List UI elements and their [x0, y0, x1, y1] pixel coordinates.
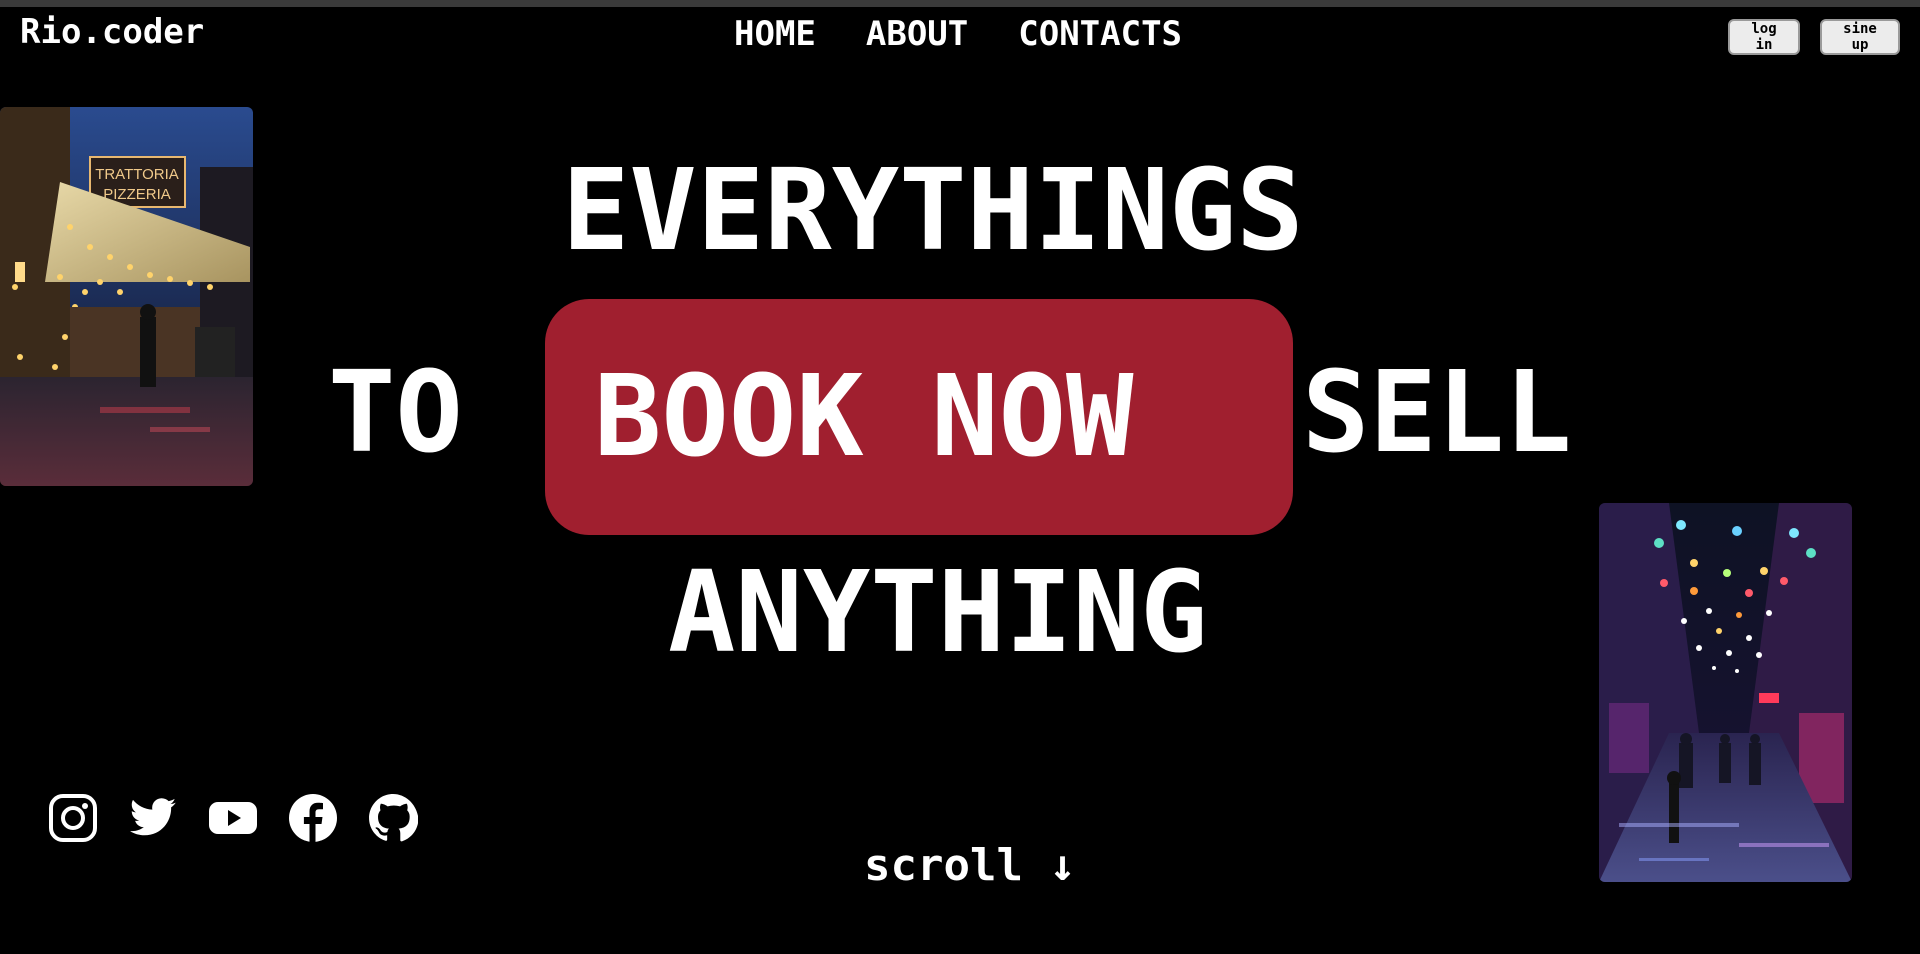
headline-anything: ANYTHING [668, 548, 1208, 678]
trattoria-sign-text: TRATTORIA [95, 166, 179, 183]
nav-contacts[interactable]: CONTACTS [1018, 14, 1182, 54]
logo[interactable]: Rio.coder [20, 12, 204, 52]
nav-about[interactable]: ABOUT [866, 14, 968, 54]
top-border [0, 0, 1920, 7]
twitter-icon[interactable] [128, 793, 178, 843]
book-now-button[interactable]: BOOK NOW [545, 299, 1293, 535]
headline-to: TO [328, 348, 463, 478]
signup-button[interactable]: sine up [1820, 19, 1900, 55]
headline-sell: SELL [1302, 348, 1572, 478]
main-nav: HOME ABOUT CONTACTS [734, 14, 1182, 54]
login-button[interactable]: log in [1728, 19, 1800, 55]
social-links [48, 793, 419, 843]
youtube-icon[interactable] [208, 793, 258, 843]
facebook-icon[interactable] [288, 793, 338, 843]
headline-everythings: EVERYTHINGS [562, 146, 1304, 276]
scroll-indicator[interactable]: scroll ↓ [864, 840, 1076, 891]
neon-alley-photo [1599, 503, 1852, 882]
restaurant-street-photo: TRATTORIA PIZZERIA [0, 107, 253, 486]
nav-home[interactable]: HOME [734, 14, 816, 54]
github-icon[interactable] [368, 793, 419, 843]
instagram-icon[interactable] [48, 793, 98, 843]
